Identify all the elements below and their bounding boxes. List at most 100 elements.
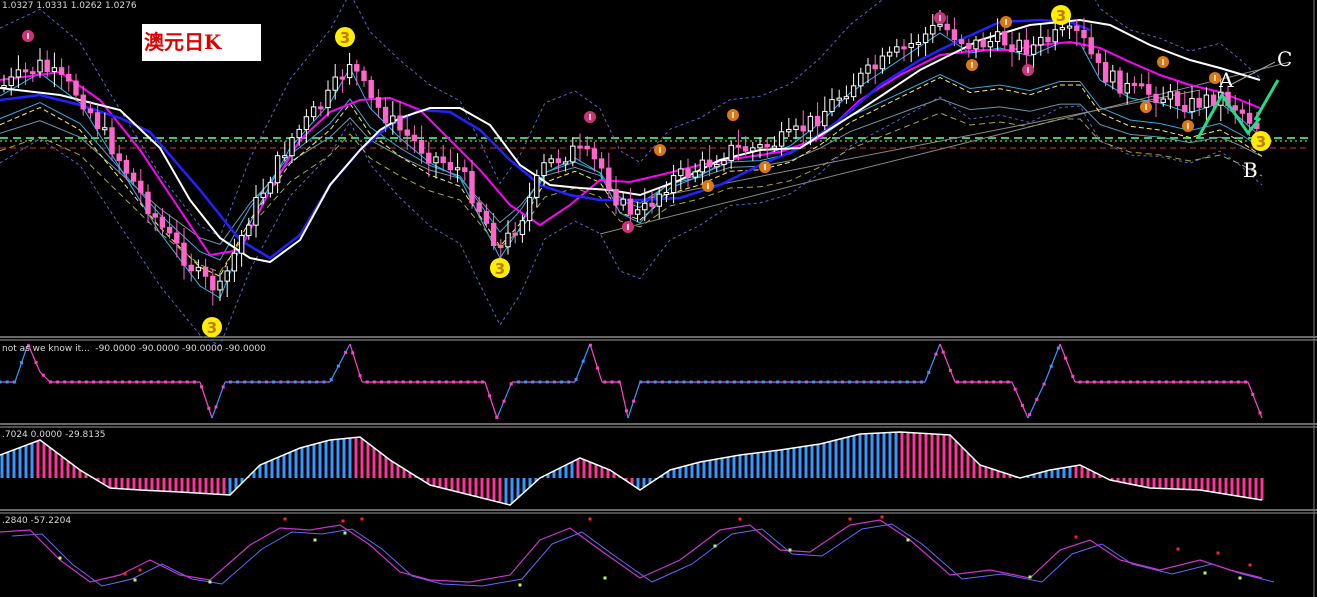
step-dot [149,380,153,384]
step-dot [466,380,470,384]
step-dot [257,380,261,384]
step-dot [1222,380,1226,384]
candle-body [123,160,130,174]
step-dot [869,380,873,384]
candle-body [685,168,691,178]
overbought-dot [123,572,127,576]
step-dot [1100,380,1104,384]
candle-body [181,242,187,266]
candle-body [620,198,626,206]
step-dot [689,380,693,384]
candle-body [879,55,886,70]
step-dot [718,380,722,384]
candle-body [246,224,252,236]
step-dot [668,380,672,384]
candle-body [1146,84,1152,95]
candle-body [800,125,806,132]
step-dot [1035,397,1039,401]
step-dot [279,380,283,384]
step-dot [1143,380,1147,384]
overbought-dot [360,517,364,521]
candle-body [433,156,439,164]
candle-body [195,266,202,272]
candle-body [670,175,677,194]
candle-body [987,41,994,48]
candle-body [930,24,936,35]
candle-body [94,112,101,130]
step-dot [1064,356,1068,360]
step-dot [113,380,117,384]
step-dot [200,385,204,389]
overbought-dot [138,568,142,572]
step-dot [819,380,823,384]
step-dot [632,399,636,403]
candle-body [130,172,137,182]
oversold-dot [788,548,792,552]
step-dot [761,380,765,384]
step-dot [1092,380,1096,384]
candle-body [894,46,900,53]
step-dot [1215,380,1219,384]
step-dot [207,406,211,410]
oversold-dot [208,580,212,584]
candle-body [260,192,266,199]
candle-body [1095,53,1102,63]
overbought-dot [1216,551,1220,555]
candle-body [253,197,259,226]
step-dot [545,380,549,384]
candle-body [1081,29,1087,39]
step-dot [452,380,456,384]
candle-body [577,145,583,149]
step-dot [1157,380,1161,384]
candle-body [1138,83,1145,87]
step-dot [732,380,736,384]
oversold-dot [713,544,717,548]
candle-body [152,213,158,218]
step-dot [1136,380,1140,384]
step-dot [502,399,506,403]
step-dot [401,380,405,384]
step-dot [1229,380,1233,384]
step-dot [1071,374,1075,378]
ma-cyan-fast [0,32,1263,299]
candle-body [138,180,144,193]
candle-body [202,266,209,277]
step-dot [596,366,600,370]
candle-body [613,189,619,206]
step-dot [300,380,304,384]
main-line [0,519,1263,583]
step-dot [1164,380,1168,384]
oversold-dot [133,578,137,582]
step-line [1044,343,1061,383]
candle-body [642,202,648,211]
candle-body [469,171,475,204]
step-dot [1056,346,1060,350]
step-dot [970,380,974,384]
step-dot [992,380,996,384]
candle-body [325,89,331,109]
candle-body [267,182,274,194]
step-dot [768,380,772,384]
candle-body [786,128,792,133]
step-dot [488,394,492,398]
step-dot [740,380,744,384]
candle-body [714,163,720,168]
step-dot [142,380,146,384]
step-dot [999,380,1003,384]
candle-body [1239,109,1246,114]
step-dot [228,380,232,384]
step-dot [747,380,751,384]
candle-body [102,127,108,131]
candle-body [339,76,346,80]
candle-body [174,232,180,244]
chart-canvas[interactable]: 3 3 3 3 3 [0,0,1317,597]
candle-body [476,202,482,213]
candle-body [958,39,965,45]
histogram-signal-line [0,431,1263,506]
candle-body [872,64,878,70]
candle-body [1182,105,1188,113]
step-dot [92,380,96,384]
step-dot [934,352,938,356]
candle-body [37,59,43,73]
step-dot [1085,380,1089,384]
